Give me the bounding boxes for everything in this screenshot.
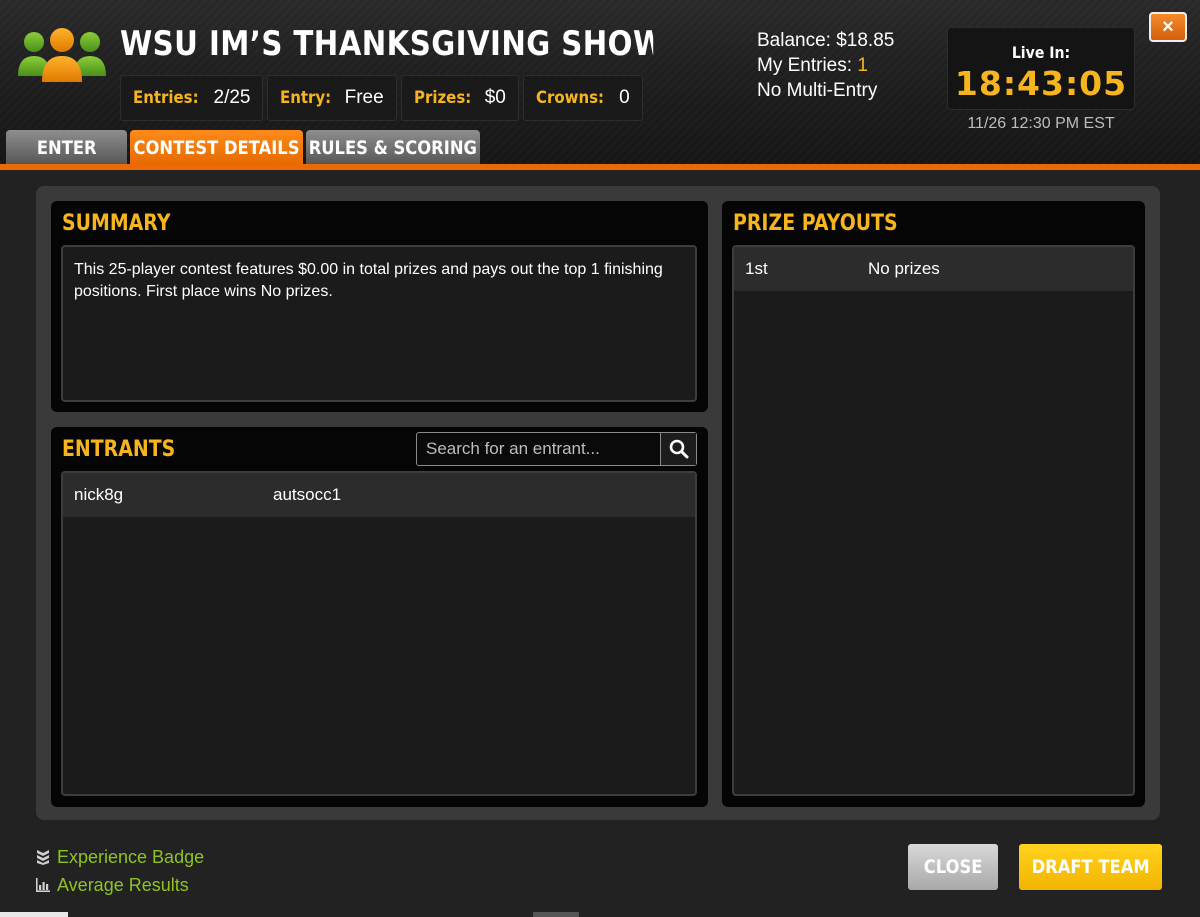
summary-heading: SUMMARY [62,211,171,236]
tab-underline [0,164,1200,170]
payouts-list: 1st No prizes [732,245,1135,796]
average-results-link[interactable]: Average Results [36,871,204,899]
entrants-heading: ENTRANTS [62,437,176,462]
countdown-time: 18:43:05 [954,64,1128,103]
entrant-name[interactable]: nick8g [63,485,273,505]
search-icon[interactable] [660,433,696,465]
experience-badge-link[interactable]: Experience Badge [36,843,204,871]
tab-rules-scoring[interactable]: RULES & SCORING [306,130,480,165]
tab-contest-details[interactable]: CONTEST DETAILS [130,130,303,165]
stat-entry-fee: Entry: Free [267,75,397,121]
tab-enter[interactable]: ENTER [6,130,127,165]
summary-text: This 25-player contest features $0.00 in… [61,245,697,402]
payout-prize: No prizes [868,259,940,278]
payout-place: 1st [745,259,768,278]
my-entries: My Entries: 1 [757,55,868,76]
entrants-panel: ENTRANTS nick8g autsocc1 [51,427,708,807]
entrant-search [416,432,697,466]
summary-panel: SUMMARY This 25-player contest features … [51,201,708,412]
prize-payouts-panel: PRIZE PAYOUTS 1st No prizes [722,201,1145,807]
contest-stats: Entries: 2/25 Entry: Free Prizes: $0 Crowns… [120,75,643,121]
close-icon[interactable]: × [1149,12,1187,42]
entrants-list: nick8g autsocc1 [61,471,697,796]
account-info: Balance: $18.85 My Entries: 1 No Multi-E… [757,28,894,103]
balance: Balance: $18.85 [757,30,895,51]
start-datetime: 11/26 12:30 PM EST [967,115,1115,132]
table-row: 1st No prizes [734,247,1133,291]
tab-bar: ENTER CONTEST DETAILS RULES & SCORING [6,130,480,165]
countdown-label: Live In: [1011,43,1071,62]
entrant-search-input[interactable] [417,433,660,465]
draft-team-button[interactable]: DRAFT TEAM [1019,844,1162,890]
stat-crowns: Crowns: 0 [522,75,643,121]
contest-title: WSU IM’S THANKSGIVING SHOWDOW... [120,24,653,64]
badge-icon [37,850,49,865]
payouts-heading: PRIZE PAYOUTS [733,211,898,236]
users-icon [18,28,106,82]
bottom-edge-strip [0,912,68,917]
bar-chart-icon [36,878,50,892]
contest-details-panel: SUMMARY This 25-player contest features … [36,186,1160,820]
footer-links: Experience Badge Average Results [36,843,204,899]
entrant-name[interactable]: autsocc1 [273,485,341,505]
bottom-scroll-handle [533,912,579,917]
stat-entries: Entries: 2/25 [120,75,264,121]
stat-prizes: Prizes: $0 [400,75,519,121]
multi-entry: No Multi-Entry [757,80,878,101]
close-button[interactable]: CLOSE [908,844,998,890]
countdown-box: Live In: 18:43:05 [947,27,1135,110]
list-item: nick8g autsocc1 [63,473,695,517]
